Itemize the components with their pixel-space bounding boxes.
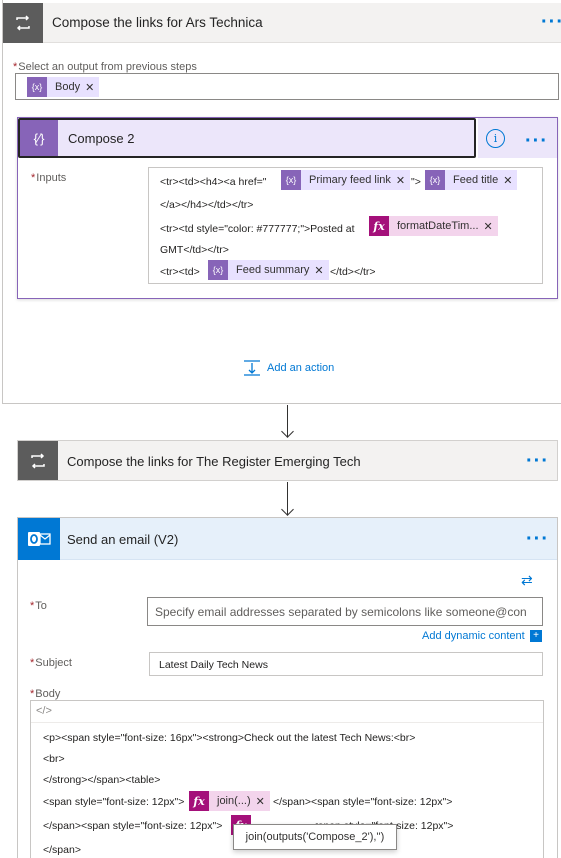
swap-icon[interactable]: ⇄ (521, 572, 533, 589)
register-loop-title: Compose the links for The Register Emerg… (67, 454, 361, 469)
body-label: *Body (30, 688, 61, 700)
more-options-icon[interactable]: ··· (526, 529, 549, 549)
inputs-label: *Inputs (31, 172, 67, 184)
join-token-label: join(...) (217, 795, 251, 807)
body-line6: </span> (43, 844, 81, 856)
code-view-toggle-icon[interactable]: </> (36, 705, 52, 717)
loop-icon (18, 441, 58, 480)
subject-label-text: Subject (35, 657, 72, 669)
feed-title-token[interactable]: {x} Feed title ✕ (425, 170, 518, 190)
expression-icon: fx (369, 216, 389, 236)
remove-token-icon[interactable]: ✕ (85, 81, 99, 94)
inputs-line1-b: "> (411, 176, 421, 188)
join-token[interactable]: fx join(...) ✕ (189, 791, 270, 811)
compose-icon: {⁄} (20, 120, 58, 156)
loop-icon (3, 3, 43, 43)
to-label: *To (30, 600, 47, 612)
dynamic-content-icon: {x} (208, 260, 228, 280)
info-icon[interactable]: i (486, 129, 505, 148)
inputs-line3-a: <tr><td style="color: #777777;">Posted a… (160, 223, 355, 235)
body-token-label: Body (55, 81, 81, 93)
add-dynamic-content-icon[interactable]: + (530, 630, 542, 642)
remove-token-icon[interactable]: ✕ (314, 264, 328, 277)
remove-token-icon[interactable]: ✕ (484, 220, 498, 233)
connector-arrow-head (281, 425, 294, 438)
to-label-text: To (35, 600, 47, 612)
compose2-header[interactable]: {⁄} Compose 2 (18, 118, 476, 158)
remove-token-icon[interactable]: ✕ (503, 174, 517, 187)
dynamic-content-icon: {x} (425, 170, 445, 190)
body-toolbar: </> (31, 701, 543, 723)
expression-tooltip: join(outputs('Compose_2'),'') (233, 824, 397, 850)
ars-loop-header[interactable]: Compose the links for Ars Technica ··· (3, 3, 561, 43)
add-action-label: Add an action (267, 362, 335, 374)
more-options-icon[interactable]: ··· (526, 451, 549, 471)
feed-title-label: Feed title (453, 174, 499, 186)
body-line4-a: <span style="font-size: 12px"> (43, 796, 185, 808)
to-placeholder: Specify email addresses separated by sem… (155, 605, 527, 619)
register-loop-card[interactable]: Compose the links for The Register Emerg… (17, 440, 558, 481)
body-line5-a: </span><span style="font-size: 12px"> (43, 820, 223, 832)
subject-label: *Subject (30, 657, 72, 669)
format-datetime-label: formatDateTim... (397, 220, 479, 232)
feed-summary-label: Feed summary (236, 264, 310, 276)
inputs-label-text: Inputs (36, 172, 67, 184)
remove-token-icon[interactable]: ✕ (256, 795, 270, 808)
subject-value: Latest Daily Tech News (159, 659, 268, 671)
body-line3: </strong></span><table> (43, 774, 161, 786)
ars-loop-title: Compose the links for Ars Technica (52, 15, 263, 30)
inputs-line2: </a></h4></td></tr> (160, 199, 254, 211)
subject-input[interactable]: Latest Daily Tech News (149, 652, 543, 676)
body-line1: <p><span style="font-size: 16px"><strong… (43, 732, 416, 744)
send-email-title: Send an email (V2) (67, 532, 179, 547)
add-action-button[interactable]: Add an action (242, 360, 334, 376)
primary-feed-link-token[interactable]: {x} Primary feed link ✕ (281, 170, 411, 190)
inputs-line5-a: <tr><td> (160, 266, 200, 278)
more-options-icon[interactable]: ··· (525, 131, 548, 151)
remove-token-icon[interactable]: ✕ (396, 174, 410, 187)
feed-summary-token[interactable]: {x} Feed summary ✕ (208, 260, 329, 280)
inputs-line5-b: </td></tr> (330, 266, 376, 278)
send-email-header[interactable]: Send an email (V2) ··· (18, 518, 557, 560)
more-options-icon[interactable]: ··· (541, 12, 561, 32)
add-action-icon (244, 360, 260, 376)
primary-feed-link-label: Primary feed link (309, 174, 391, 186)
connector-arrow-head (281, 503, 294, 516)
inputs-line4: GMT</td></tr> (160, 244, 229, 256)
body-line4-b: </span><span style="font-size: 12px"> (273, 796, 453, 808)
select-output-label-text: Select an output from previous steps (18, 61, 197, 73)
outlook-icon (18, 518, 60, 560)
expression-icon: fx (189, 791, 209, 811)
dynamic-content-icon: {x} (27, 77, 47, 97)
compose2-title: Compose 2 (68, 131, 135, 146)
body-line2: <br> (43, 753, 65, 765)
body-token[interactable]: {x} Body ✕ (27, 77, 100, 97)
to-input[interactable]: Specify email addresses separated by sem… (147, 597, 543, 626)
format-datetime-token[interactable]: fx formatDateTim... ✕ (369, 216, 498, 236)
inputs-line1-a: <tr><td><h4><a href=" (160, 176, 267, 188)
add-dynamic-content-link[interactable]: Add dynamic content (422, 630, 525, 642)
body-label-text: Body (35, 688, 61, 700)
select-output-label: *Select an output from previous steps (13, 61, 197, 73)
dynamic-content-icon: {x} (281, 170, 301, 190)
